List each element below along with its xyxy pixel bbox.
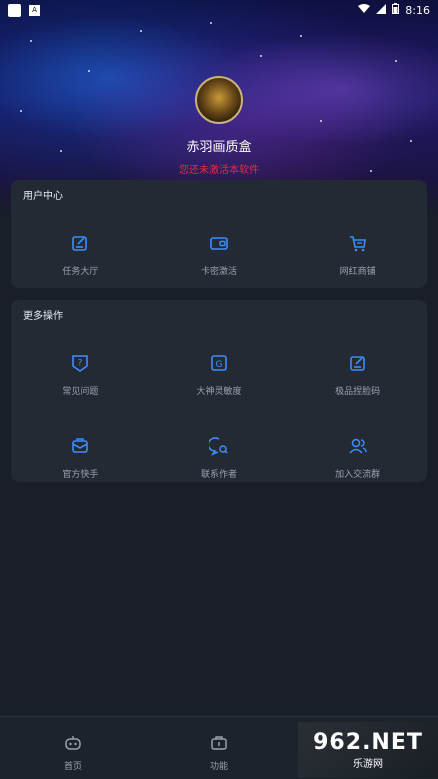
join-group-button[interactable]: 加入交流群: [288, 435, 427, 480]
battery-icon: [392, 3, 400, 17]
contact-author-button[interactable]: 联系作者: [150, 435, 289, 480]
card-title: 用户中心: [23, 191, 63, 202]
clock: 8:16: [405, 3, 430, 17]
cart-icon: [347, 232, 369, 254]
task-hall-button[interactable]: 任务大厅: [11, 232, 150, 277]
menu-label: 卡密激活: [200, 267, 237, 277]
menu-label: 官方快手: [62, 470, 99, 480]
influencer-shop-button[interactable]: 网红商铺: [288, 232, 427, 277]
edit-square-icon: [69, 232, 91, 254]
profile-section: 赤羽画质盒 您还未激活本软件: [0, 76, 438, 176]
toolbox-icon: [210, 735, 228, 755]
face-code-button[interactable]: 极品捏脸码: [288, 352, 427, 397]
sensitivity-button[interactable]: G 大神灵敏度: [150, 352, 289, 397]
notification-icon: [8, 3, 21, 17]
svg-text:?: ?: [78, 359, 83, 369]
g-square-icon: G: [208, 352, 230, 374]
menu-label: 联系作者: [200, 470, 237, 480]
wallet-icon: [208, 232, 230, 254]
signal-icon: [376, 3, 387, 17]
wifi-icon: [358, 3, 371, 17]
watermark-text: 乐游网: [353, 759, 383, 770]
mail-icon: [69, 435, 91, 457]
edit-square-icon: [347, 352, 369, 374]
users-icon: [347, 435, 369, 457]
menu-label: 极品捏脸码: [335, 387, 381, 397]
card-activate-button[interactable]: 卡密激活: [150, 232, 289, 277]
watermark-logo: 962.NET: [313, 730, 423, 755]
nav-functions[interactable]: 功能: [146, 717, 292, 779]
more-actions-card: 更多操作 ? 常见问题 G 大神灵敏度 极品捏脸码 官方快手 联系作者 加入交流…: [11, 300, 427, 482]
card-title: 更多操作: [23, 311, 63, 322]
nav-label: 功能: [209, 762, 228, 772]
app-name: 赤羽画质盒: [186, 140, 252, 155]
activation-notice: 您还未激活本软件: [179, 165, 259, 176]
robot-icon: [64, 735, 82, 755]
menu-label: 任务大厅: [62, 267, 99, 277]
question-shield-icon: ?: [69, 352, 91, 374]
official-kuaishou-button[interactable]: 官方快手: [11, 435, 150, 480]
a-badge-icon: A: [29, 4, 40, 16]
svg-text:G: G: [215, 360, 222, 370]
nav-home[interactable]: 首页: [0, 717, 146, 779]
avatar[interactable]: [195, 76, 243, 124]
faq-button[interactable]: ? 常见问题: [11, 352, 150, 397]
menu-label: 网红商铺: [339, 267, 376, 277]
status-bar: A 8:16: [0, 0, 438, 20]
chat-search-icon: [208, 435, 230, 457]
nav-label: 首页: [63, 762, 82, 772]
site-watermark: 962.NET 乐游网: [298, 722, 438, 778]
user-center-card: 用户中心 任务大厅 卡密激活 网红商铺: [11, 180, 427, 288]
menu-label: 加入交流群: [335, 470, 381, 480]
menu-label: 大神灵敏度: [196, 387, 242, 397]
menu-label: 常见问题: [62, 387, 99, 397]
